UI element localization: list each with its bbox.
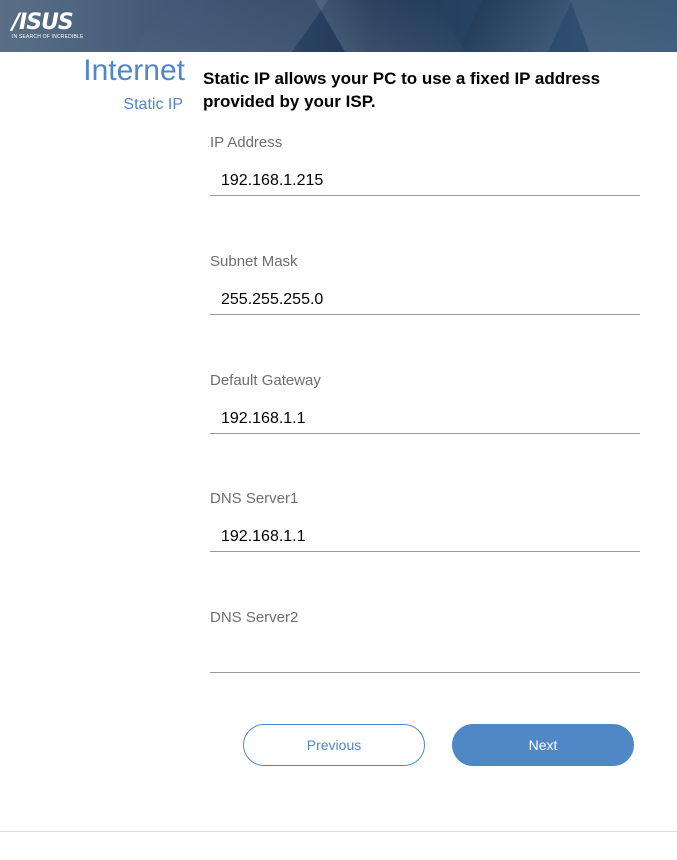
dns-server2-field: DNS Server2 xyxy=(210,609,640,675)
logo-wordmark: /ISUS xyxy=(12,10,74,35)
default-gateway-input[interactable] xyxy=(210,404,640,434)
logo-tagline: IN SEARCH OF INCREDIBLE xyxy=(12,34,84,40)
previous-button[interactable]: Previous xyxy=(243,724,425,766)
ip-address-field: IP Address xyxy=(210,134,640,200)
dns-server1-field: DNS Server1 xyxy=(210,490,640,556)
page-description: Static IP allows your PC to use a fixed … xyxy=(203,69,601,111)
banner-facet xyxy=(570,0,677,52)
default-gateway-field: Default Gateway xyxy=(210,372,640,438)
footer-divider xyxy=(0,831,677,832)
subnet-mask-label: Subnet Mask xyxy=(210,253,298,270)
default-gateway-label: Default Gateway xyxy=(210,372,321,389)
header-banner: /ISUS IN SEARCH OF INCREDIBLE xyxy=(0,0,677,52)
asus-logo: /ISUS IN SEARCH OF INCREDIBLE xyxy=(12,10,102,45)
dns-server2-input[interactable] xyxy=(210,643,640,673)
banner-facet xyxy=(131,0,329,52)
page-title: Internet xyxy=(83,54,185,87)
dns-server1-label: DNS Server1 xyxy=(210,490,299,507)
dns-server1-input[interactable] xyxy=(210,522,640,552)
subnet-mask-input[interactable] xyxy=(210,285,640,315)
page-subtitle: Static IP xyxy=(123,96,183,113)
ip-address-input[interactable] xyxy=(210,166,640,196)
banner-facet xyxy=(314,0,466,52)
dns-server2-label: DNS Server2 xyxy=(210,609,299,626)
next-button[interactable]: Next xyxy=(452,724,634,766)
banner-facet xyxy=(457,0,573,52)
ip-address-label: IP Address xyxy=(210,134,283,151)
subnet-mask-field: Subnet Mask xyxy=(210,253,640,319)
